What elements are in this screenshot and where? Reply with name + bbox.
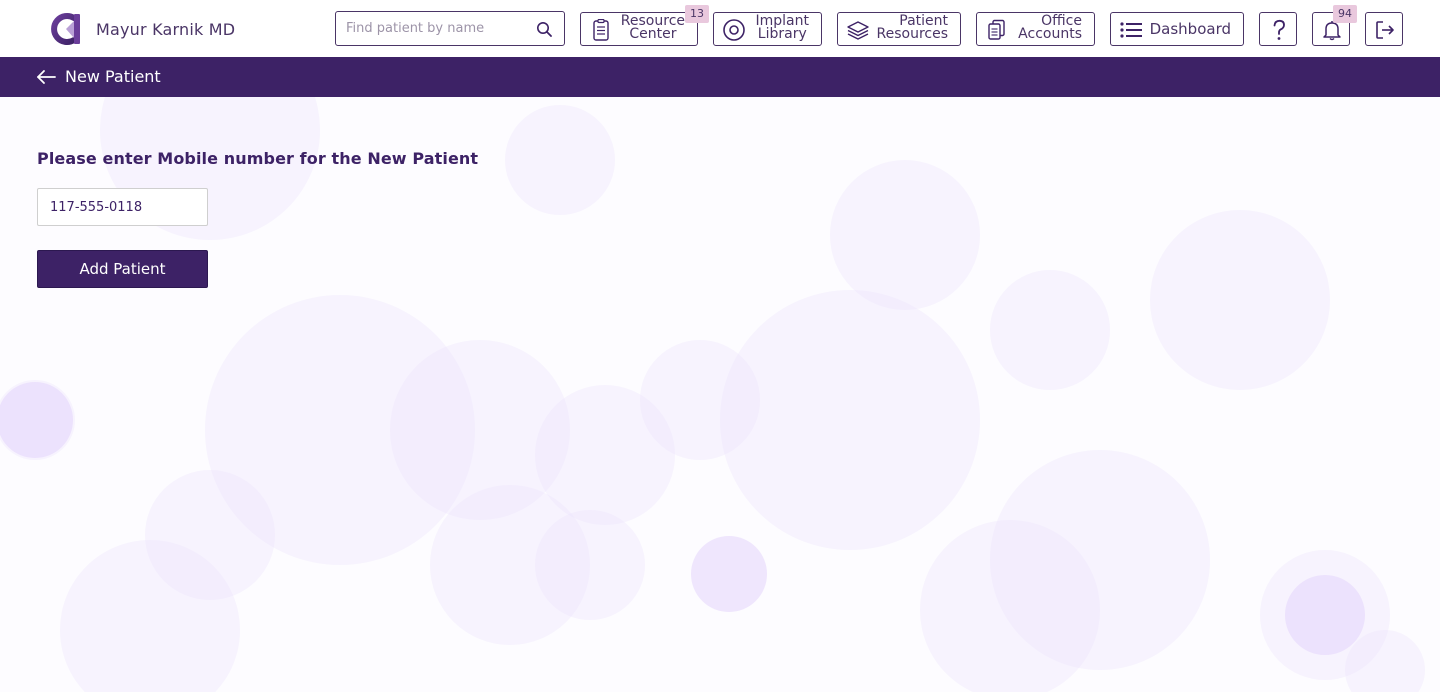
mobile-number-input[interactable] (37, 188, 208, 226)
dashboard-label: Dashboard (1149, 20, 1231, 38)
implant-library-line2: Library (757, 26, 807, 42)
disc-icon (723, 19, 745, 41)
list-icon (1120, 22, 1142, 38)
app-logo-icon[interactable] (50, 12, 84, 46)
logout-button[interactable] (1365, 12, 1403, 46)
arrow-left-icon[interactable] (36, 68, 56, 86)
documents-icon (988, 19, 1005, 40)
logout-icon (1376, 21, 1394, 39)
mobile-number-prompt: Please enter Mobile number for the New P… (37, 149, 479, 168)
page-title: New Patient (65, 67, 161, 86)
dashboard-button[interactable]: Dashboard (1110, 12, 1244, 46)
implant-library-label: Implant Library (756, 14, 809, 42)
resource-center-line2: Center (629, 26, 677, 42)
office-accounts-button[interactable]: Office Accounts (976, 12, 1095, 46)
office-accounts-line2: Accounts (1018, 26, 1082, 42)
layers-icon (847, 21, 869, 40)
new-patient-form: Please enter Mobile number for the New P… (0, 97, 1440, 692)
help-button[interactable] (1259, 12, 1297, 46)
add-patient-button[interactable]: Add Patient (37, 250, 208, 288)
resource-center-button[interactable]: Resource Center 13 (580, 5, 709, 46)
notifications-badge: 94 (1333, 5, 1357, 23)
clipboard-icon (593, 19, 609, 41)
search-icon[interactable] (536, 21, 552, 37)
patient-resources-line2: Resources (876, 26, 949, 42)
patient-resources-button[interactable]: Patient Resources (837, 12, 961, 46)
patient-search (335, 11, 565, 46)
patient-resources-label: Patient Resources (876, 14, 949, 42)
implant-library-button[interactable]: Implant Library (713, 12, 822, 46)
brand: Mayur Karnik MD (50, 12, 235, 46)
office-accounts-label: Office Accounts (1018, 14, 1082, 42)
top-navigation-bar: Mayur Karnik MD Resource Center 13 Impla… (0, 0, 1440, 57)
notifications-button[interactable]: 94 (1312, 5, 1357, 46)
user-name: Mayur Karnik MD (96, 19, 236, 39)
resource-center-label: Resource Center (621, 14, 685, 42)
question-icon (1273, 19, 1285, 40)
search-input[interactable] (336, 12, 531, 45)
page-header-bar: New Patient (0, 57, 1440, 97)
resource-center-badge: 13 (685, 5, 709, 23)
